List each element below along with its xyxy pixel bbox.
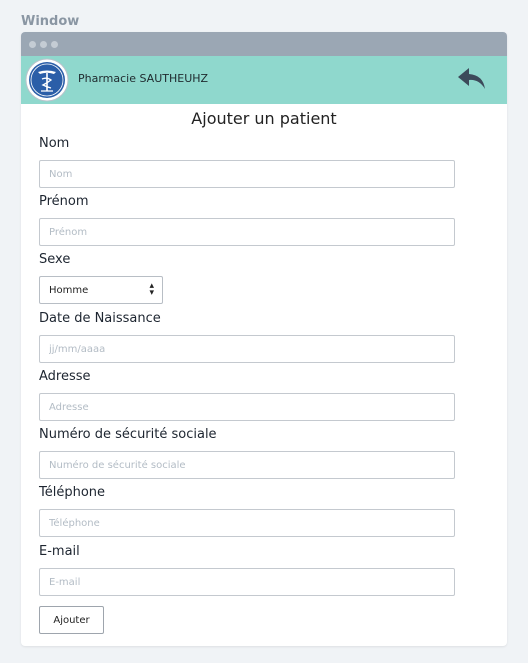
sexe-select[interactable]: Homme ▴ ▾ — [39, 276, 163, 304]
window-dot-icon — [29, 41, 36, 48]
prenom-label: Prénom — [39, 194, 89, 209]
ajouter-button[interactable]: Ajouter — [39, 606, 104, 634]
nom-input[interactable] — [39, 160, 455, 188]
pharmacy-logo-icon — [25, 58, 69, 106]
window-titlebar — [21, 32, 507, 56]
dob-input[interactable] — [39, 335, 455, 363]
prenom-input[interactable] — [39, 218, 455, 246]
dob-label: Date de Naissance — [39, 311, 161, 326]
nom-label: Nom — [39, 136, 70, 151]
form-title: Ajouter un patient — [191, 109, 337, 128]
up-down-caret-icon: ▴ ▾ — [149, 281, 154, 298]
telephone-label: Téléphone — [39, 485, 106, 500]
window-dot-icon — [40, 41, 47, 48]
app-window: Pharmacie SAUTHEUHZ Ajouter un patient N… — [21, 32, 507, 646]
secu-input[interactable] — [39, 451, 455, 479]
adresse-label: Adresse — [39, 369, 91, 384]
email-input[interactable] — [39, 568, 455, 596]
app-header: Pharmacie SAUTHEUHZ — [21, 56, 507, 104]
telephone-input[interactable] — [39, 509, 455, 537]
secu-label: Numéro de sécurité sociale — [39, 427, 217, 442]
window-label: Window — [21, 14, 80, 29]
pharmacy-name: Pharmacie SAUTHEUHZ — [78, 72, 209, 85]
window-dot-icon — [51, 41, 58, 48]
email-label: E-mail — [39, 544, 80, 559]
sexe-label: Sexe — [39, 252, 71, 267]
back-reply-icon[interactable] — [457, 66, 487, 96]
sexe-select-value: Homme — [49, 285, 89, 296]
adresse-input[interactable] — [39, 393, 455, 421]
